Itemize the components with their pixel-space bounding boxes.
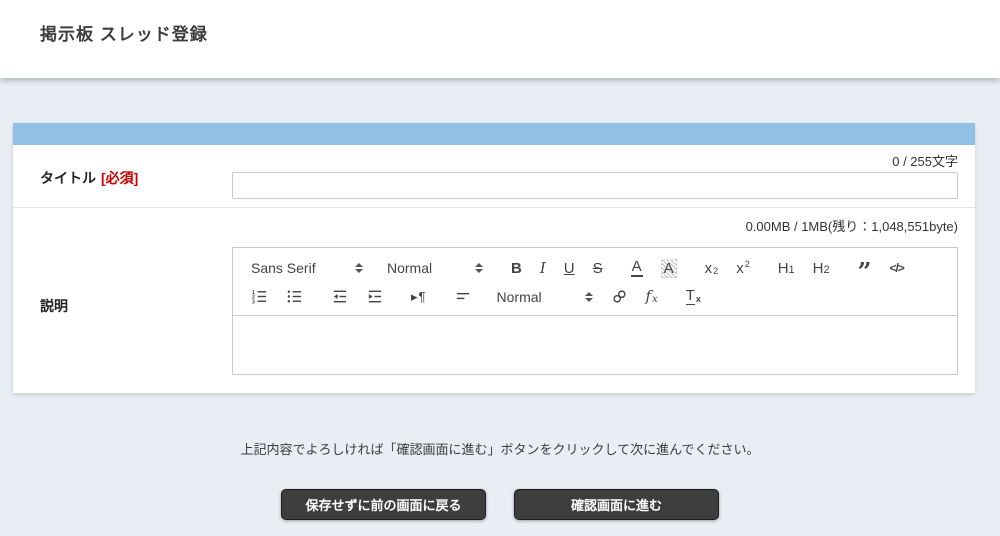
back-button[interactable]: 保存せずに前の画面に戻る <box>281 489 486 520</box>
description-row: 0.00MB / 1MB(残り：1,048,551byte) 説明 Sans S… <box>13 208 975 393</box>
proceed-button[interactable]: 確認画面に進む <box>514 489 719 520</box>
outdent-icon <box>331 288 348 305</box>
form-panel: 0 / 255文字 タイトル [必須] 0.00MB / 1MB(残り：1,048… <box>13 123 975 393</box>
svg-text:3: 3 <box>252 300 255 306</box>
heading2-button[interactable]: H2 <box>813 261 830 276</box>
page-title: 掲示板 スレッド登録 <box>0 0 1000 45</box>
heading1-button[interactable]: H1 <box>778 261 795 276</box>
subscript-base: x <box>705 261 713 276</box>
bold-button[interactable]: B <box>511 261 522 276</box>
title-input[interactable] <box>232 172 958 199</box>
superscript-base: x <box>736 261 744 276</box>
ordered-list-icon: 123 <box>251 288 268 305</box>
underline-button[interactable]: U <box>564 261 575 276</box>
blockquote-button[interactable]: ” <box>858 267 872 277</box>
title-label-text: タイトル <box>40 170 96 186</box>
background-color-icon: A <box>661 259 677 278</box>
font-picker[interactable]: Sans Serif <box>251 261 363 275</box>
editor-content-area[interactable] <box>233 316 957 374</box>
superscript-mark: 2 <box>745 260 750 269</box>
indent-icon <box>366 288 383 305</box>
updown-caret-icon <box>475 263 483 273</box>
formula-x: x <box>652 295 658 305</box>
font-picker-label: Sans Serif <box>251 261 347 275</box>
description-label-text: 説明 <box>40 298 68 314</box>
header-picker-label: Normal <box>387 261 467 275</box>
direction-pilcrow: ¶ <box>419 290 426 303</box>
ordered-list-button[interactable]: 123 <box>251 288 268 305</box>
description-size-counter: 0.00MB / 1MB(残り：1,048,551byte) <box>746 216 958 235</box>
description-label: 説明 <box>40 296 68 316</box>
clean-format-button[interactable]: Tx <box>686 288 701 305</box>
updown-caret-icon <box>585 292 593 302</box>
title-row: 0 / 255文字 タイトル [必須] <box>13 145 975 208</box>
size-picker[interactable]: Normal <box>497 290 593 304</box>
italic-button[interactable]: I <box>540 261 546 276</box>
align-icon <box>454 288 471 305</box>
link-icon <box>611 288 628 305</box>
heading1-letter: H <box>778 261 789 276</box>
text-color-button[interactable]: A <box>631 259 643 277</box>
main-content: 0 / 255文字 タイトル [必須] 0.00MB / 1MB(残り：1,048… <box>0 123 1000 520</box>
indent-button[interactable] <box>366 288 383 305</box>
toolbar-row-1: Sans Serif Normal B I U S A <box>251 255 947 282</box>
editor-toolbar: Sans Serif Normal B I U S A <box>233 248 957 316</box>
heading2-number: 2 <box>824 265 830 276</box>
panel-accent-bar <box>13 123 975 145</box>
code-block-button[interactable]: </> <box>889 262 903 274</box>
bullet-list-button[interactable] <box>286 288 303 305</box>
rich-text-editor: Sans Serif Normal B I U S A <box>232 247 958 375</box>
subscript-mark: 2 <box>713 267 718 276</box>
title-char-counter: 0 / 255文字 <box>892 151 958 170</box>
align-button[interactable] <box>454 288 471 305</box>
size-picker-label: Normal <box>497 290 577 304</box>
instruction-text: 上記内容でよろしければ「確認画面に進む」ボタンをクリックして次に進んでください。 <box>0 439 1000 458</box>
page-header: 掲示板 スレッド登録 <box>0 0 1000 78</box>
subscript-button[interactable]: x2 <box>705 261 719 276</box>
bullet-list-icon <box>286 288 303 305</box>
title-label: タイトル [必須] <box>40 168 138 188</box>
text-direction-button[interactable]: ▸¶ <box>411 290 426 303</box>
superscript-button[interactable]: x2 <box>736 261 750 276</box>
action-buttons: 保存せずに前の画面に戻る 確認画面に進む <box>0 489 1000 520</box>
updown-caret-icon <box>355 263 363 273</box>
formula-f: f <box>646 289 652 304</box>
heading1-number: 1 <box>789 265 795 276</box>
required-badge: [必須] <box>101 170 138 186</box>
strikethrough-button[interactable]: S <box>593 261 603 276</box>
outdent-button[interactable] <box>331 288 348 305</box>
clean-letter: T <box>686 288 695 305</box>
text-color-icon: A <box>631 259 643 277</box>
clean-x: x <box>696 295 701 304</box>
link-button[interactable] <box>611 288 628 305</box>
background-color-button[interactable]: A <box>661 259 677 278</box>
header-picker[interactable]: Normal <box>387 261 483 275</box>
toolbar-row-2: 123 <box>251 283 947 310</box>
heading2-letter: H <box>813 261 824 276</box>
direction-triangle: ▸ <box>411 290 418 303</box>
formula-button[interactable]: fx <box>646 289 658 304</box>
